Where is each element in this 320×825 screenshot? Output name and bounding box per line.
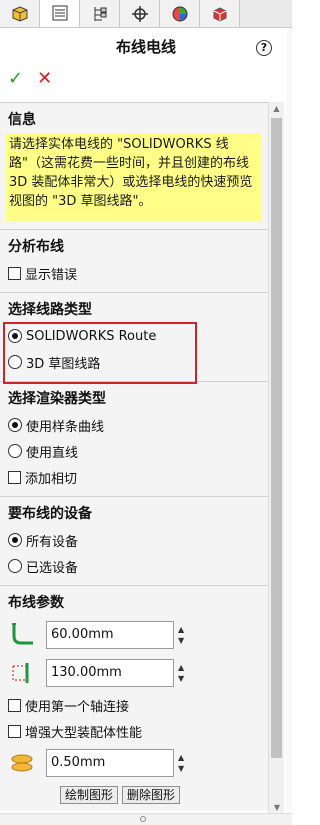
info-message: 请选择实体电线的 "SOLIDWORKS 线路"（这需花费一些时间，并且创建的布… xyxy=(6,133,262,221)
route-option-solidworks[interactable]: SOLIDWORKS Route xyxy=(0,323,268,349)
large-assembly-checkbox[interactable]: 增强大型装配体性能 xyxy=(0,718,268,744)
show-errors-label: 显示错误 xyxy=(25,267,78,283)
bottom-strip xyxy=(0,813,292,825)
checkbox-box[interactable] xyxy=(8,266,21,280)
renderer-heading[interactable]: 选择渲染器类型 xyxy=(0,386,268,412)
devices-option-label: 已选设备 xyxy=(26,560,79,576)
property-panel: 信息 请选择实体电线的 "SOLIDWORKS 线路"（这需花费一些时间，并且创… xyxy=(0,102,268,810)
use-first-axis-label: 使用第一个轴连接 xyxy=(25,699,130,715)
use-first-axis-checkbox[interactable]: 使用第一个轴连接 xyxy=(0,692,268,718)
page-title: 布线电线 xyxy=(115,38,176,56)
property-manager-icon xyxy=(52,5,67,21)
configuration-manager-icon xyxy=(94,6,106,21)
param-row-second: 130.00mm ▲ ▼ xyxy=(0,654,268,692)
help-icon[interactable]: ? xyxy=(256,40,272,56)
resize-handle-icon[interactable] xyxy=(140,816,146,822)
route-option-3d-sketch[interactable]: 3D 草图线路 xyxy=(0,349,268,375)
renderer-option-label: 使用直线 xyxy=(26,445,79,461)
second-length-input[interactable]: 130.00mm xyxy=(46,659,174,687)
radio-button[interactable] xyxy=(8,559,22,573)
vertical-scrollbar[interactable]: ▲ ▼ xyxy=(268,102,284,815)
renderer-option-label: 使用样条曲线 xyxy=(26,419,105,435)
params-heading[interactable]: 布线参数 xyxy=(0,590,268,616)
devices-option-selected[interactable]: 已选设备 xyxy=(0,553,268,579)
info-heading[interactable]: 信息 xyxy=(0,107,268,133)
third-length-spinner[interactable]: ▲ ▼ xyxy=(178,749,190,777)
tab-feature-manager[interactable] xyxy=(0,0,40,27)
route-type-heading[interactable]: 选择线路类型 xyxy=(0,297,268,323)
action-buttons: ✓ ✕ xyxy=(8,69,52,89)
add-tangent-label: 添加相切 xyxy=(25,471,78,487)
params-section: 布线参数 60.00mm ▲ ▼ 130.00mm ▲ ▼ 使用第一个轴连接 增强大… xyxy=(0,585,268,810)
display-manager-icon xyxy=(172,6,187,21)
checkbox-box[interactable] xyxy=(8,698,21,712)
checkbox-box[interactable] xyxy=(8,724,21,738)
renderer-option-spline[interactable]: 使用样条曲线 xyxy=(0,412,268,438)
route-option-label: 3D 草图线路 xyxy=(26,356,101,372)
route-option-label: SOLIDWORKS Route xyxy=(26,328,157,344)
tab-add-in[interactable] xyxy=(200,0,240,27)
tab-configuration-manager[interactable] xyxy=(80,0,120,27)
first-length-input[interactable]: 60.00mm xyxy=(46,621,174,649)
checkbox-box[interactable] xyxy=(8,470,21,484)
draw-button[interactable]: 绘制图形 xyxy=(60,786,119,804)
ok-button[interactable]: ✓ xyxy=(8,69,23,89)
param-row-third: 0.50mm ▲ ▼ xyxy=(0,744,268,782)
param-row-first: 60.00mm ▲ ▼ xyxy=(0,616,268,654)
first-length-spinner[interactable]: ▲ ▼ xyxy=(178,621,190,649)
show-errors-checkbox[interactable]: 显示错误 xyxy=(0,260,268,286)
devices-option-all[interactable]: 所有设备 xyxy=(0,527,268,553)
add-in-icon xyxy=(213,6,226,22)
radio-button[interactable] xyxy=(8,329,22,343)
third-length-input[interactable]: 0.50mm xyxy=(46,749,174,777)
feature-manager-icon xyxy=(12,5,27,22)
tab-bar xyxy=(0,0,292,28)
devices-option-label: 所有设备 xyxy=(26,534,79,550)
scroll-thumb[interactable] xyxy=(271,118,282,758)
delete-button[interactable]: 删除图形 xyxy=(122,786,181,804)
segment-length-icon xyxy=(8,659,36,687)
large-assembly-label: 增强大型装配体性能 xyxy=(25,725,143,741)
button-row: 绘制图形 删除图形 xyxy=(0,782,268,804)
analysis-heading[interactable]: 分析布线 xyxy=(0,234,268,260)
tab-property-manager[interactable] xyxy=(40,0,80,27)
route-type-section: 选择线路类型 SOLIDWORKS Route 3D 草图线路 xyxy=(0,292,268,381)
cancel-button[interactable]: ✕ xyxy=(37,69,52,89)
radio-button[interactable] xyxy=(8,418,22,432)
wire-bundle-icon xyxy=(8,749,36,777)
renderer-section: 选择渲染器类型 使用样条曲线 使用直线 添加相切 xyxy=(0,381,268,496)
right-edge xyxy=(286,28,292,825)
tab-display-manager[interactable] xyxy=(160,0,200,27)
analysis-section: 分析布线 显示错误 xyxy=(0,229,268,292)
devices-section: 要布线的设备 所有设备 已选设备 xyxy=(0,496,268,585)
add-tangent-checkbox[interactable]: 添加相切 xyxy=(0,464,268,490)
dimxpert-icon xyxy=(131,5,148,22)
scroll-up-icon[interactable]: ▲ xyxy=(269,102,284,116)
second-length-spinner[interactable]: ▲ ▼ xyxy=(178,659,190,687)
bend-length-icon xyxy=(8,621,36,649)
renderer-option-line[interactable]: 使用直线 xyxy=(0,438,268,464)
info-section: 信息 请选择实体电线的 "SOLIDWORKS 线路"（这需花费一些时间，并且创… xyxy=(0,102,268,229)
tab-dimxpert[interactable] xyxy=(120,0,160,27)
radio-button[interactable] xyxy=(8,444,22,458)
devices-heading[interactable]: 要布线的设备 xyxy=(0,501,268,527)
radio-button[interactable] xyxy=(8,355,22,369)
radio-button[interactable] xyxy=(8,533,22,547)
